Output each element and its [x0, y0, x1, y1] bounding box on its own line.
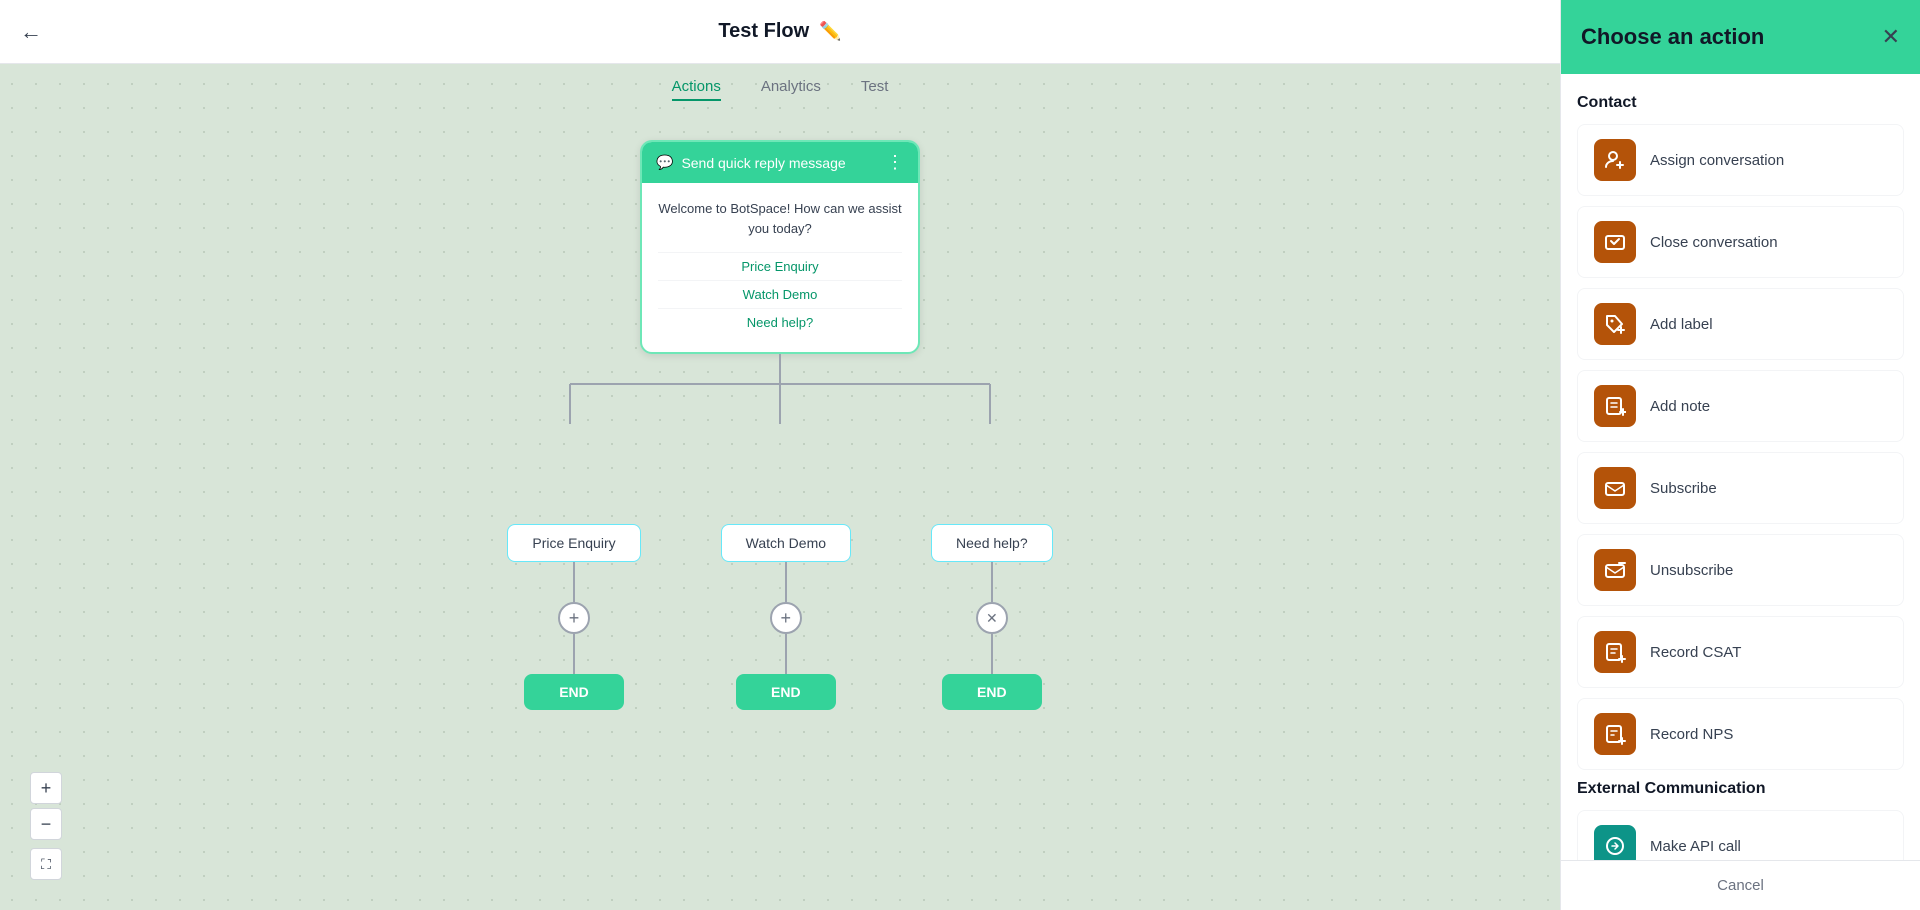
- branch-price-enquiry: Price Enquiry + END: [507, 524, 640, 710]
- message-node-header-left: 💬 Send quick reply message: [656, 154, 846, 171]
- action-add-label[interactable]: Add label: [1577, 288, 1904, 360]
- tab-actions[interactable]: Actions: [672, 74, 721, 101]
- action-unsubscribe[interactable]: Unsubscribe: [1577, 534, 1904, 606]
- branch-label-price-enquiry[interactable]: Price Enquiry: [507, 524, 640, 562]
- action-subscribe[interactable]: Subscribe: [1577, 452, 1904, 524]
- record-csat-icon: [1594, 631, 1636, 673]
- tab-test[interactable]: Test: [861, 74, 889, 101]
- edit-title-icon[interactable]: ✏️: [819, 21, 841, 42]
- reply-watch-demo[interactable]: Watch Demo: [658, 280, 902, 308]
- message-icon: 💬: [656, 154, 673, 171]
- back-button[interactable]: ←: [20, 19, 42, 45]
- record-nps-label: Record NPS: [1650, 726, 1733, 743]
- fullscreen-button[interactable]: ⛶: [30, 848, 62, 880]
- flow-wrapper: 💬 Send quick reply message ⋮ Welcome to …: [430, 140, 1130, 710]
- action-add-note[interactable]: Add note: [1577, 370, 1904, 442]
- message-node: 💬 Send quick reply message ⋮ Welcome to …: [640, 140, 920, 354]
- close-conversation-label: Close conversation: [1650, 234, 1778, 251]
- tabs-bar: Actions Analytics Test: [0, 64, 1560, 111]
- unsubscribe-label: Unsubscribe: [1650, 562, 1733, 579]
- assign-conversation-icon: [1594, 139, 1636, 181]
- connector-line-3b: [991, 634, 993, 674]
- record-nps-icon: [1594, 713, 1636, 755]
- branch-label-need-help[interactable]: Need help?: [931, 524, 1053, 562]
- node-menu-icon[interactable]: ⋮: [886, 152, 904, 173]
- zoom-in-button[interactable]: +: [30, 772, 62, 804]
- branch-label-watch-demo[interactable]: Watch Demo: [721, 524, 851, 562]
- add-action-watch-demo[interactable]: +: [770, 602, 802, 634]
- end-node-watch-demo: END: [736, 674, 836, 710]
- add-label-label: Add label: [1650, 316, 1713, 333]
- reply-need-help[interactable]: Need help?: [658, 308, 902, 336]
- right-panel: Choose an action ✕ Contact Assign conver…: [1560, 0, 1920, 910]
- connector-line-3: [991, 562, 993, 602]
- flow-title-text: Test Flow: [718, 20, 809, 43]
- external-communication-section-title: External Communication: [1577, 780, 1904, 798]
- cancel-button[interactable]: Cancel: [1717, 877, 1764, 894]
- panel-close-button[interactable]: ✕: [1882, 26, 1900, 48]
- message-node-header: 💬 Send quick reply message ⋮: [642, 142, 918, 183]
- end-node-price-enquiry: END: [524, 674, 624, 710]
- assign-conversation-label: Assign conversation: [1650, 152, 1784, 169]
- end-node-need-help: END: [942, 674, 1042, 710]
- branch-need-help: Need help? ✕ END: [931, 524, 1053, 710]
- tab-analytics[interactable]: Analytics: [761, 74, 821, 101]
- flow-title-container: Test Flow ✏️: [718, 20, 841, 43]
- action-record-csat[interactable]: Record CSAT: [1577, 616, 1904, 688]
- zoom-controls: + − ⛶: [30, 772, 62, 880]
- branches-container: Price Enquiry + END Watch Demo + END Nee: [507, 524, 1052, 710]
- make-api-call-label: Make API call: [1650, 838, 1741, 855]
- top-bar: ← Test Flow ✏️: [0, 0, 1560, 64]
- panel-footer: Cancel: [1561, 860, 1920, 910]
- connector-line-1: [573, 562, 575, 602]
- message-node-body: Welcome to BotSpace! How can we assist y…: [642, 183, 918, 352]
- record-csat-label: Record CSAT: [1650, 644, 1741, 661]
- add-action-price-enquiry[interactable]: +: [558, 602, 590, 634]
- flow-content: 💬 Send quick reply message ⋮ Welcome to …: [0, 110, 1560, 910]
- close-conversation-icon: [1594, 221, 1636, 263]
- message-node-title: Send quick reply message: [681, 155, 845, 171]
- subscribe-icon: [1594, 467, 1636, 509]
- subscribe-label: Subscribe: [1650, 480, 1717, 497]
- flow-connectors-svg: [430, 354, 1130, 444]
- add-note-icon: [1594, 385, 1636, 427]
- reply-price-enquiry[interactable]: Price Enquiry: [658, 252, 902, 280]
- panel-content: Contact Assign conversation Clo: [1561, 74, 1920, 860]
- contact-section-title: Contact: [1577, 94, 1904, 112]
- add-note-label: Add note: [1650, 398, 1710, 415]
- action-make-api-call[interactable]: Make API call: [1577, 810, 1904, 860]
- action-record-nps[interactable]: Record NPS: [1577, 698, 1904, 770]
- branch-watch-demo: Watch Demo + END: [721, 524, 851, 710]
- connector-line-2b: [785, 634, 787, 674]
- action-close-conversation[interactable]: Close conversation: [1577, 206, 1904, 278]
- connector-line-1b: [573, 634, 575, 674]
- zoom-out-button[interactable]: −: [30, 808, 62, 840]
- remove-action-need-help[interactable]: ✕: [976, 602, 1008, 634]
- make-api-call-icon: [1594, 825, 1636, 860]
- unsubscribe-icon: [1594, 549, 1636, 591]
- connector-line-2: [785, 562, 787, 602]
- message-body-text: Welcome to BotSpace! How can we assist y…: [658, 199, 902, 238]
- action-assign-conversation[interactable]: Assign conversation: [1577, 124, 1904, 196]
- add-label-icon: [1594, 303, 1636, 345]
- panel-header: Choose an action ✕: [1561, 0, 1920, 74]
- panel-title: Choose an action: [1581, 24, 1764, 50]
- flow-canvas: ← Test Flow ✏️ Actions Analytics Test 💬 …: [0, 0, 1560, 910]
